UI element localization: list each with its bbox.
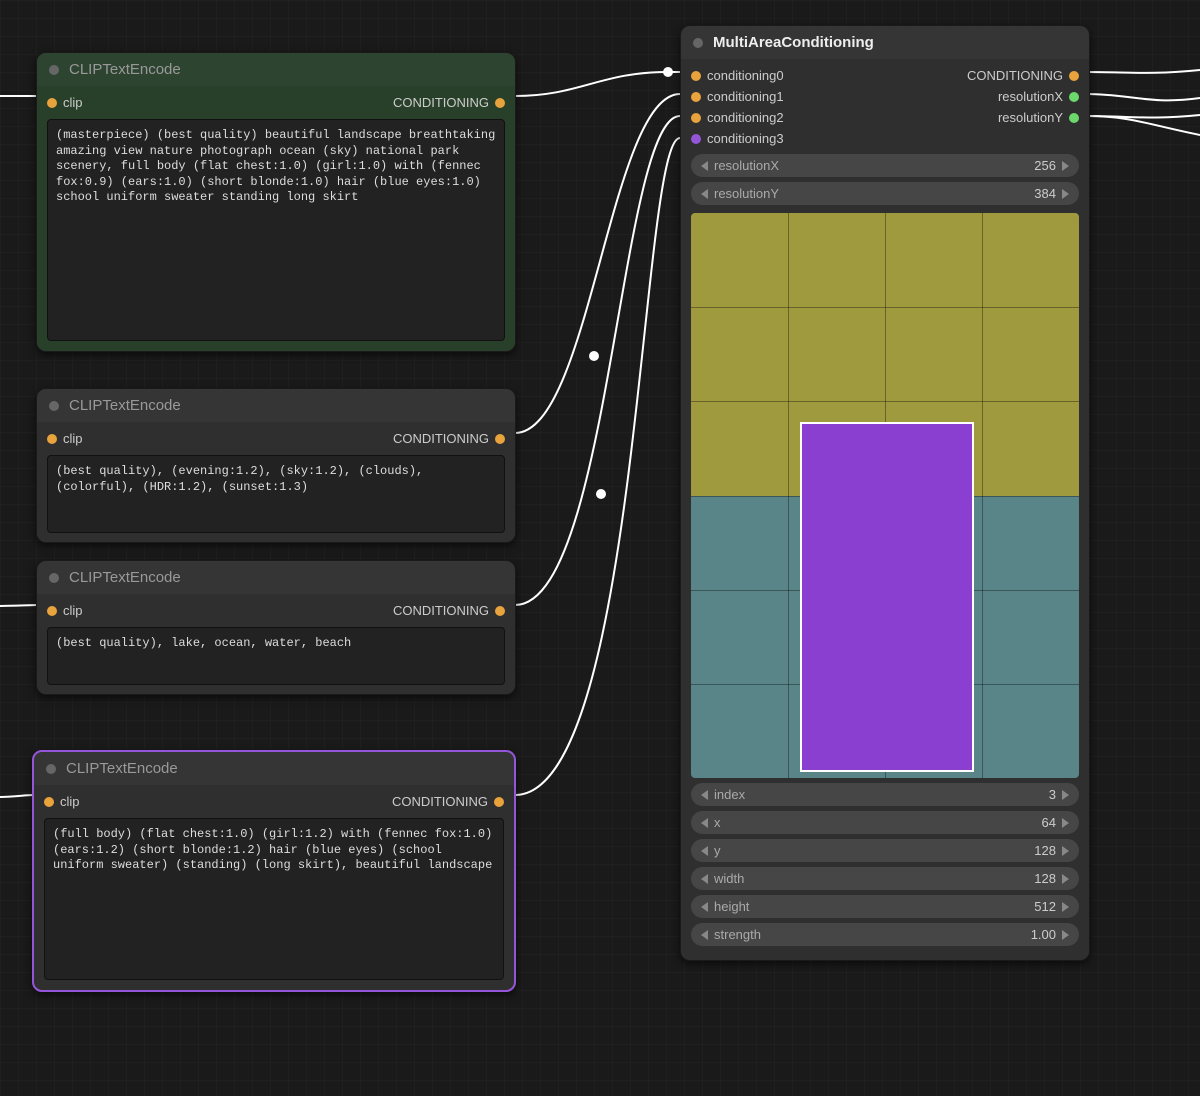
output-port-conditioning[interactable]: CONDITIONING xyxy=(967,68,1079,83)
widget-width[interactable]: width 128 xyxy=(691,867,1079,890)
node-title: CLIPTextEncode xyxy=(69,61,181,78)
input-port-conditioning2[interactable]: conditioning2 xyxy=(691,110,784,125)
widget-resolutionx[interactable]: resolutionX 256 xyxy=(691,154,1079,177)
node-header[interactable]: CLIPTextEncode xyxy=(37,53,515,86)
prompt-textarea[interactable]: (best quality), lake, ocean, water, beac… xyxy=(47,627,505,685)
output-port-conditioning[interactable]: CONDITIONING xyxy=(393,431,505,446)
decrement-icon[interactable] xyxy=(701,161,708,171)
node-title: CLIPTextEncode xyxy=(69,569,181,586)
node-header[interactable]: MultiAreaConditioning xyxy=(681,26,1089,59)
node-cliptextencode-1[interactable]: CLIPTextEncode clip CONDITIONING (master… xyxy=(36,52,516,352)
increment-icon[interactable] xyxy=(1062,930,1069,940)
node-cliptextencode-2[interactable]: CLIPTextEncode clip CONDITIONING (best q… xyxy=(36,388,516,543)
decrement-icon[interactable] xyxy=(701,818,708,828)
widget-resolutiony[interactable]: resolutionY 384 xyxy=(691,182,1079,205)
area-canvas[interactable] xyxy=(691,213,1079,778)
widget-y[interactable]: y 128 xyxy=(691,839,1079,862)
node-header[interactable]: CLIPTextEncode xyxy=(37,389,515,422)
node-cliptextencode-3[interactable]: CLIPTextEncode clip CONDITIONING (best q… xyxy=(36,560,516,695)
port-dot-icon xyxy=(691,92,701,102)
collapse-icon[interactable] xyxy=(49,65,59,75)
increment-icon[interactable] xyxy=(1062,790,1069,800)
decrement-icon[interactable] xyxy=(701,930,708,940)
increment-icon[interactable] xyxy=(1062,846,1069,856)
node-cliptextencode-4[interactable]: CLIPTextEncode clip CONDITIONING (full b… xyxy=(32,750,516,992)
input-port-clip[interactable]: clip xyxy=(47,95,83,110)
port-dot-icon xyxy=(1069,71,1079,81)
output-port-conditioning[interactable]: CONDITIONING xyxy=(393,603,505,618)
prompt-textarea[interactable]: (full body) (flat chest:1.0) (girl:1.2) … xyxy=(44,818,504,980)
output-port-resolutiony[interactable]: resolutionY xyxy=(998,110,1079,125)
input-port-clip[interactable]: clip xyxy=(47,603,83,618)
port-dot-icon xyxy=(47,606,57,616)
prompt-textarea[interactable]: (best quality), (evening:1.2), (sky:1.2)… xyxy=(47,455,505,533)
port-dot-icon xyxy=(495,606,505,616)
decrement-icon[interactable] xyxy=(701,874,708,884)
node-multiareaconditioning[interactable]: MultiAreaConditioning conditioning0 COND… xyxy=(680,25,1090,961)
port-dot-icon xyxy=(47,434,57,444)
increment-icon[interactable] xyxy=(1062,874,1069,884)
prompt-textarea[interactable]: (masterpiece) (best quality) beautiful l… xyxy=(47,119,505,341)
node-title: CLIPTextEncode xyxy=(69,397,181,414)
decrement-icon[interactable] xyxy=(701,189,708,199)
output-port-resolutionx[interactable]: resolutionX xyxy=(998,89,1079,104)
input-port-conditioning1[interactable]: conditioning1 xyxy=(691,89,784,104)
collapse-icon[interactable] xyxy=(693,38,703,48)
port-dot-icon xyxy=(44,797,54,807)
port-dot-icon xyxy=(494,797,504,807)
input-port-conditioning3[interactable]: conditioning3 xyxy=(691,131,784,146)
port-dot-icon xyxy=(1069,92,1079,102)
node-title: CLIPTextEncode xyxy=(66,760,178,777)
decrement-icon[interactable] xyxy=(701,846,708,856)
port-dot-icon xyxy=(691,71,701,81)
input-port-clip[interactable]: clip xyxy=(47,431,83,446)
widget-index[interactable]: index 3 xyxy=(691,783,1079,806)
input-port-conditioning0[interactable]: conditioning0 xyxy=(691,68,784,83)
increment-icon[interactable] xyxy=(1062,818,1069,828)
port-dot-icon xyxy=(1069,113,1079,123)
port-dot-icon xyxy=(495,434,505,444)
output-port-conditioning[interactable]: CONDITIONING xyxy=(392,794,504,809)
port-dot-icon xyxy=(47,98,57,108)
increment-icon[interactable] xyxy=(1062,902,1069,912)
port-dot-icon xyxy=(691,113,701,123)
node-title: MultiAreaConditioning xyxy=(713,34,874,51)
node-header[interactable]: CLIPTextEncode xyxy=(34,752,514,785)
port-dot-icon xyxy=(495,98,505,108)
selected-area[interactable] xyxy=(800,422,975,772)
decrement-icon[interactable] xyxy=(701,790,708,800)
collapse-icon[interactable] xyxy=(49,573,59,583)
widget-strength[interactable]: strength 1.00 xyxy=(691,923,1079,946)
input-port-clip[interactable]: clip xyxy=(44,794,80,809)
decrement-icon[interactable] xyxy=(701,902,708,912)
node-header[interactable]: CLIPTextEncode xyxy=(37,561,515,594)
collapse-icon[interactable] xyxy=(49,401,59,411)
widget-height[interactable]: height 512 xyxy=(691,895,1079,918)
output-port-conditioning[interactable]: CONDITIONING xyxy=(393,95,505,110)
increment-icon[interactable] xyxy=(1062,189,1069,199)
port-dot-icon xyxy=(691,134,701,144)
collapse-icon[interactable] xyxy=(46,764,56,774)
widget-x[interactable]: x 64 xyxy=(691,811,1079,834)
increment-icon[interactable] xyxy=(1062,161,1069,171)
